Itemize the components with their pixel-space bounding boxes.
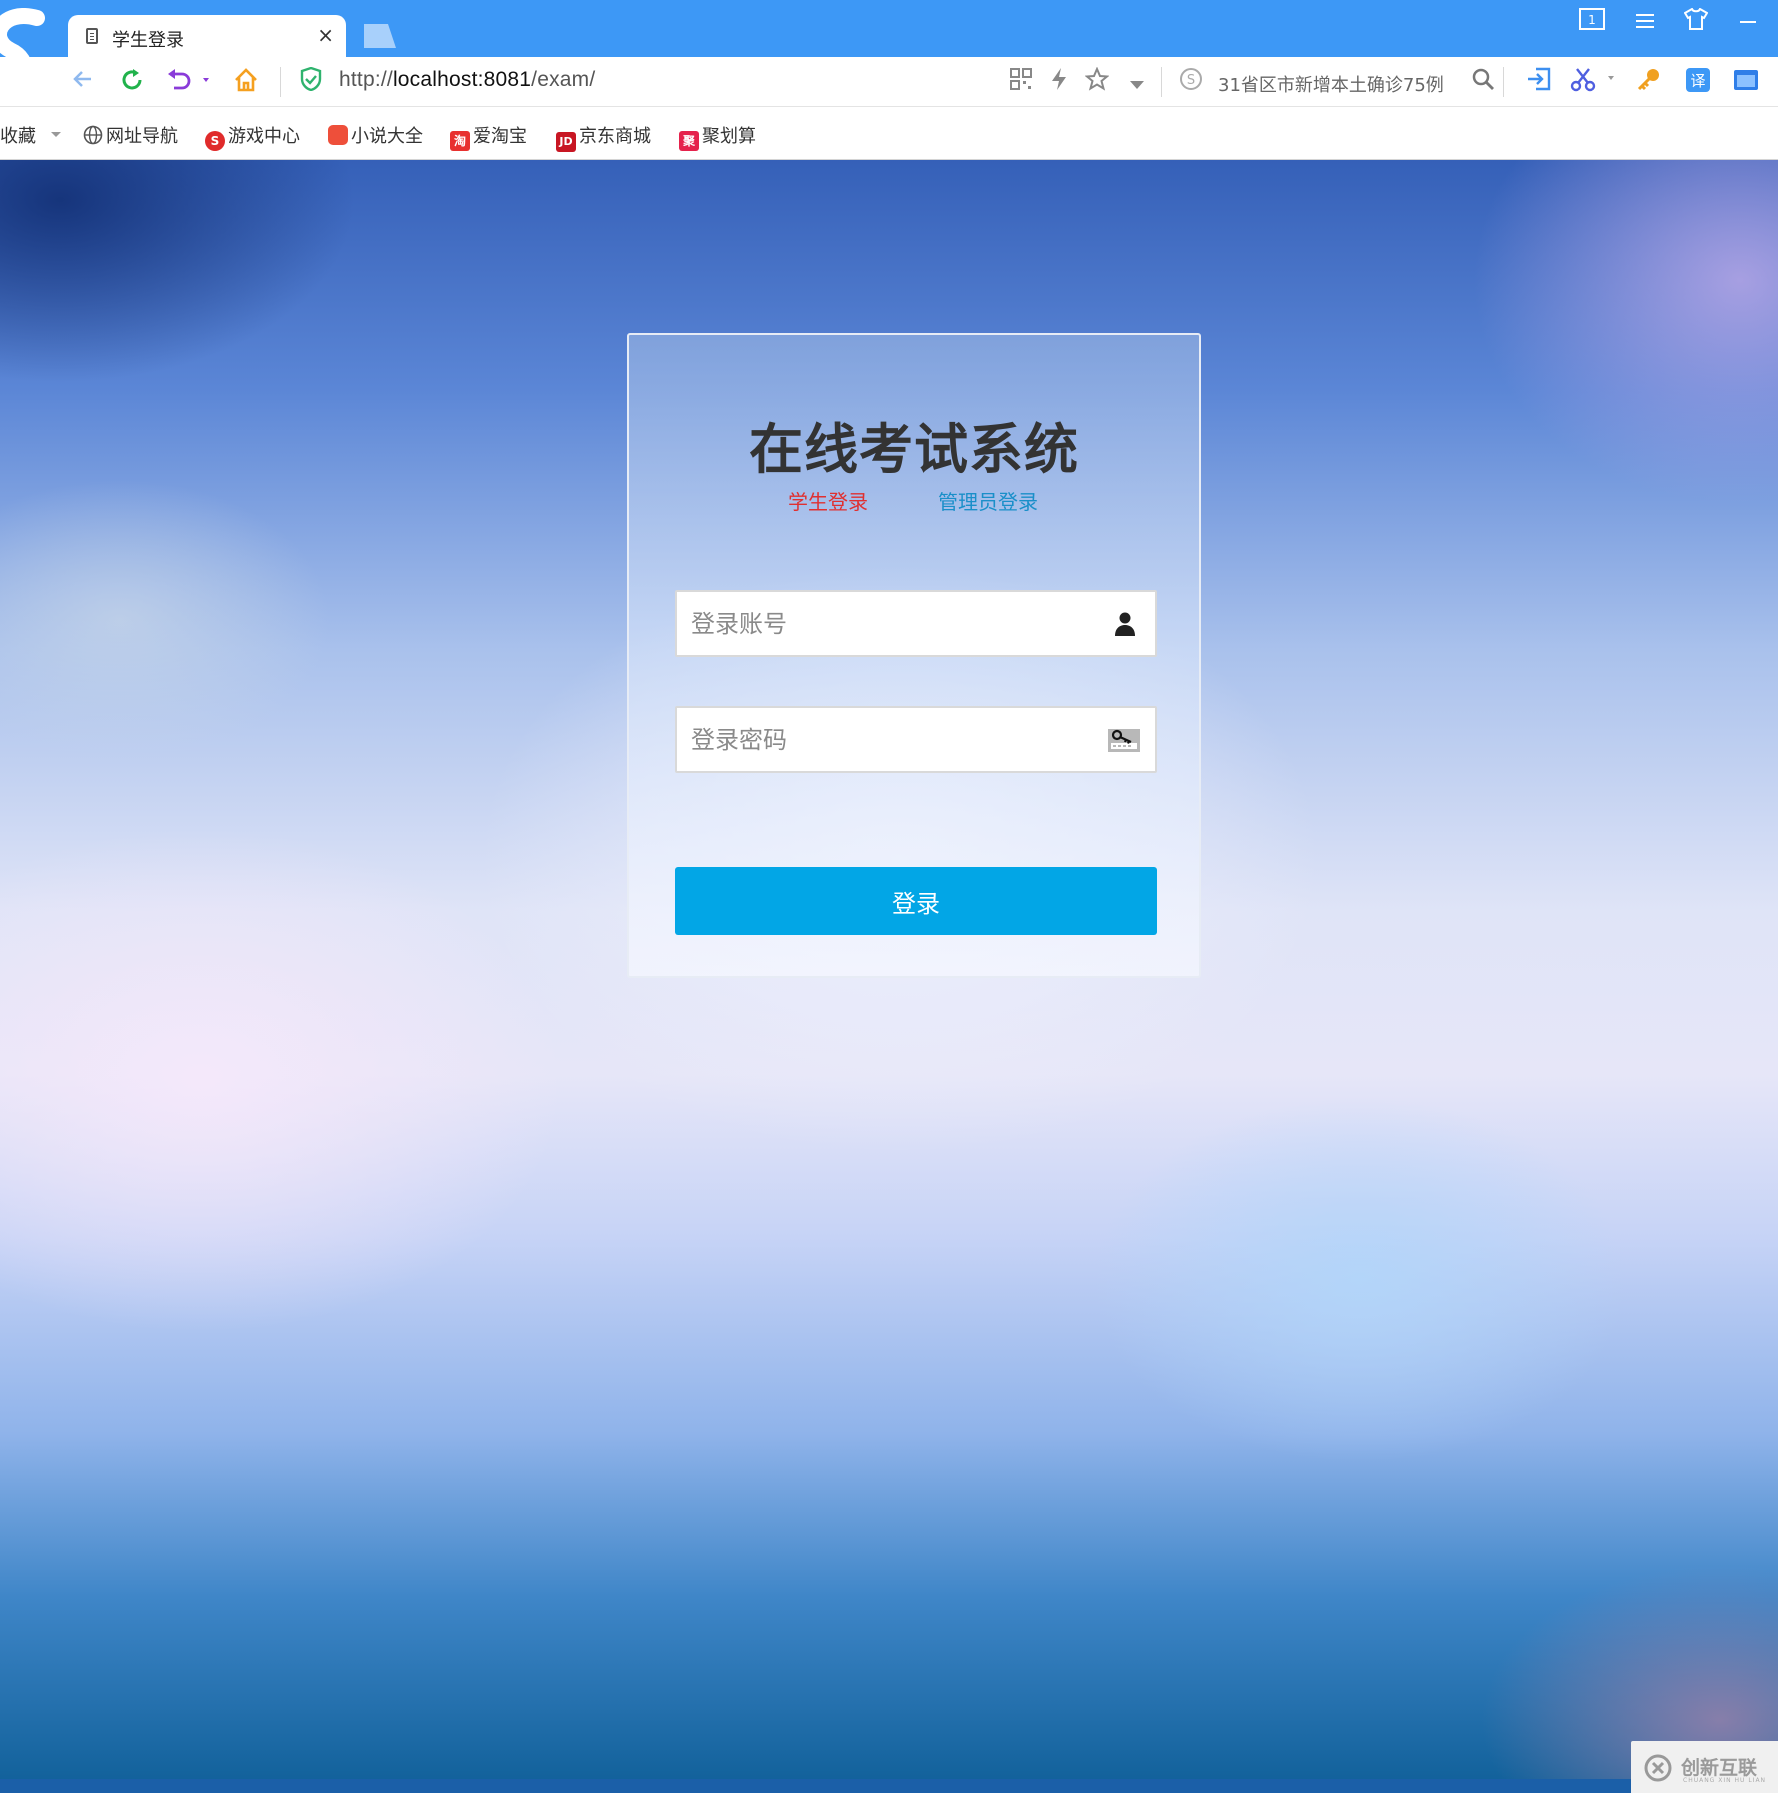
- watermark-text: 创新互联: [1681, 1757, 1758, 1779]
- bookmark-nav[interactable]: 网址导航: [83, 122, 178, 148]
- url-scheme: http://: [339, 68, 393, 91]
- jd-icon: JD: [556, 132, 576, 152]
- novel-icon: [328, 125, 348, 145]
- screenshot-button[interactable]: [1570, 67, 1614, 97]
- refresh-button[interactable]: [117, 67, 147, 97]
- juhuasuan-icon: 聚: [679, 131, 699, 151]
- undo-icon: [168, 69, 209, 90]
- address-bar[interactable]: http://localhost:8081/exam/: [339, 68, 595, 92]
- back-button[interactable]: [68, 67, 98, 97]
- shirt-icon: [1683, 7, 1709, 30]
- menu-icon: [1636, 14, 1654, 28]
- bookmark-star-button[interactable]: [1082, 66, 1112, 97]
- scissors-icon: [1570, 68, 1614, 92]
- refresh-icon: [122, 69, 142, 90]
- user-icon: [1115, 612, 1135, 636]
- star-icon: [1084, 66, 1110, 91]
- password-manager-button[interactable]: [1634, 67, 1664, 97]
- document-icon: [86, 28, 98, 44]
- undo-close-button[interactable]: [166, 67, 209, 97]
- translate-icon: 译: [1686, 68, 1710, 92]
- globe-icon: [83, 125, 103, 145]
- url-host: localhost:8081: [392, 68, 532, 91]
- tab-title: 学生登录: [112, 30, 184, 51]
- search-news-ticker[interactable]: 31省区市新增本土确诊75例: [1218, 71, 1444, 97]
- chevron-down-icon: [1130, 81, 1144, 89]
- search-icon: [1472, 68, 1494, 90]
- login-arrow-icon: [1528, 67, 1551, 91]
- skin-button[interactable]: [1678, 7, 1714, 40]
- arrow-left-icon: [73, 71, 91, 87]
- admin-login-tab[interactable]: 管理员登录: [938, 486, 1038, 515]
- browser-navbar: http://localhost:8081/exam/ S 31省区市新增本土确…: [0, 57, 1778, 107]
- taobao-icon: 淘: [450, 131, 470, 151]
- search-button[interactable]: [1468, 67, 1498, 97]
- translate-button[interactable]: 译: [1683, 67, 1713, 97]
- account-field: [675, 590, 1157, 657]
- bookmark-jd[interactable]: JD 京东商城: [556, 122, 651, 152]
- home-button[interactable]: [231, 67, 261, 97]
- menu-button[interactable]: [1627, 8, 1663, 40]
- password-input[interactable]: [677, 708, 1101, 771]
- browser-logo-icon: [0, 8, 45, 95]
- sogou-icon: S: [1180, 68, 1202, 90]
- password-key-icon[interactable]: [1107, 726, 1141, 754]
- qr-code-button[interactable]: [1006, 67, 1036, 97]
- window-icon: [1734, 70, 1758, 90]
- watermark-icon: [1644, 1754, 1672, 1782]
- qr-code-icon: [1010, 68, 1032, 90]
- lightning-icon: [1052, 68, 1066, 90]
- sidebar-toggle-button[interactable]: [1524, 67, 1554, 97]
- bookmark-favorites[interactable]: 收藏: [0, 122, 62, 148]
- svg-text:1: 1: [1588, 13, 1596, 27]
- key-icon: [1637, 69, 1659, 91]
- svg-text:译: 译: [1690, 72, 1705, 90]
- student-login-tab[interactable]: 学生登录: [788, 486, 868, 515]
- account-input[interactable]: [677, 592, 1101, 655]
- home-icon: [235, 68, 257, 92]
- tab-student-login[interactable]: 学生登录 ×: [68, 15, 346, 58]
- svg-text:S: S: [1187, 73, 1195, 88]
- login-button[interactable]: 登录: [675, 867, 1157, 935]
- bookmark-taobao[interactable]: 淘爱淘宝: [450, 122, 527, 151]
- bookmarks-bar: 收藏 网址导航 S 游戏中心 小说大全 淘爱淘宝 JD 京东商城 聚聚划算: [0, 107, 1778, 160]
- shield-icon: [300, 66, 322, 92]
- login-page: 在线考试系统 学生登录 管理员登录 登录 创新互联: [0, 160, 1778, 1793]
- reader-mode-button[interactable]: [1731, 67, 1761, 97]
- tab-close-button[interactable]: ×: [317, 23, 334, 47]
- chevron-down-icon: [50, 132, 61, 137]
- speed-mode-button[interactable]: [1044, 67, 1074, 97]
- game-icon: S: [205, 131, 225, 151]
- window-counter-button[interactable]: 1: [1574, 8, 1610, 40]
- browser-titlebar: 学生登录 × 1: [0, 0, 1778, 95]
- address-dropdown-button[interactable]: [1122, 67, 1152, 97]
- sogou-search-button[interactable]: S: [1176, 67, 1206, 97]
- login-card: 在线考试系统 学生登录 管理员登录 登录: [627, 333, 1201, 978]
- minimize-button[interactable]: [1730, 8, 1766, 40]
- bookmark-games[interactable]: S 游戏中心: [205, 122, 300, 151]
- url-path: /exam/: [531, 68, 596, 91]
- watermark-subtext: CHUANG XIN HU LIAN: [1683, 1777, 1767, 1784]
- minimize-icon: [1740, 21, 1756, 23]
- password-field: [675, 706, 1157, 773]
- bookmark-novels[interactable]: 小说大全: [328, 122, 423, 148]
- page-title: 在线考试系统: [749, 418, 1079, 481]
- window-counter-icon: 1: [1579, 8, 1605, 30]
- security-shield-button[interactable]: [296, 66, 326, 97]
- bookmark-juhuasuan[interactable]: 聚聚划算: [679, 122, 756, 151]
- new-tab-button[interactable]: [360, 22, 398, 50]
- page-bottom-bar: [0, 1779, 1778, 1793]
- watermark-logo: 创新互联 CHUANG XIN HU LIAN: [1631, 1741, 1778, 1793]
